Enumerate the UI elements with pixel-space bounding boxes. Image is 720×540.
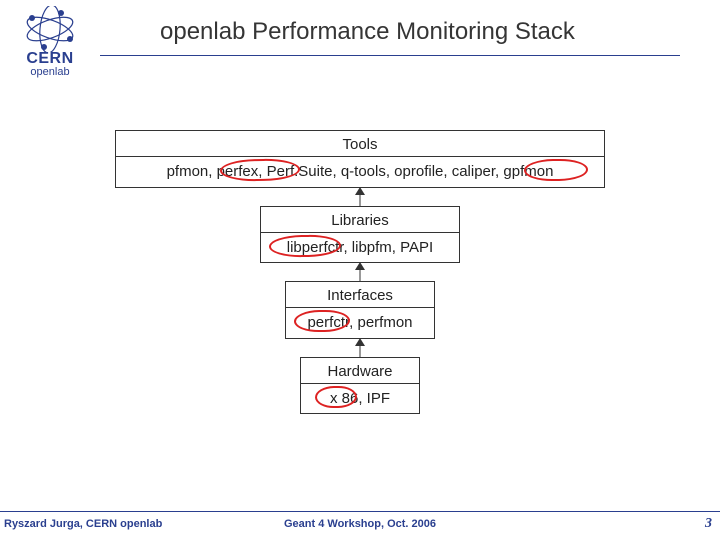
title-underline (100, 55, 680, 56)
stack-diagram: Tools pfmon, perfex, Perf.Suite, q-tools… (0, 130, 720, 414)
layer-title: Libraries (261, 207, 459, 233)
layer-hardware: Hardware x 86, IPF (300, 357, 420, 415)
layer-tools: Tools pfmon, perfex, Perf.Suite, q-tools… (115, 130, 605, 188)
layer-items: pfmon, perfex, Perf.Suite, q-tools, opro… (116, 157, 604, 186)
layer-title: Tools (116, 131, 604, 157)
layer-items-text: libperfctr, libpfm, PAPI (287, 239, 433, 256)
layer-items-text: x 86, IPF (330, 390, 390, 407)
layer-title: Hardware (301, 358, 419, 384)
layer-box: Interfaces perfctr, perfmon (285, 281, 435, 339)
footer-divider (0, 511, 720, 512)
slide-header: CERN openlab openlab Performance Monitor… (0, 0, 720, 66)
cern-openlab-logo: CERN openlab (10, 6, 90, 91)
layer-items-text: pfmon, perfex, Perf.Suite, q-tools, opro… (167, 163, 554, 180)
openlab-orbit-icon (21, 6, 79, 52)
layer-title: Interfaces (286, 282, 434, 308)
layer-items: libperfctr, libpfm, PAPI (261, 233, 459, 262)
footer-author: Ryszard Jurga, CERN openlab (4, 518, 162, 530)
logo-text-openlab: openlab (10, 66, 90, 78)
layer-box: Libraries libperfctr, libpfm, PAPI (260, 206, 460, 264)
layer-items: perfctr, perfmon (286, 308, 434, 337)
layer-box: Tools pfmon, perfex, Perf.Suite, q-tools… (115, 130, 605, 188)
slide-number: 3 (705, 516, 712, 532)
layer-box: Hardware x 86, IPF (300, 357, 420, 415)
layer-items-text: perfctr, perfmon (307, 314, 412, 331)
layer-libraries: Libraries libperfctr, libpfm, PAPI (260, 206, 460, 264)
layer-interfaces: Interfaces perfctr, perfmon (285, 281, 435, 339)
slide-title: openlab Performance Monitoring Stack (160, 18, 575, 46)
layer-items: x 86, IPF (301, 384, 419, 413)
slide-footer: Ryszard Jurga, CERN openlab Geant 4 Work… (0, 514, 720, 534)
